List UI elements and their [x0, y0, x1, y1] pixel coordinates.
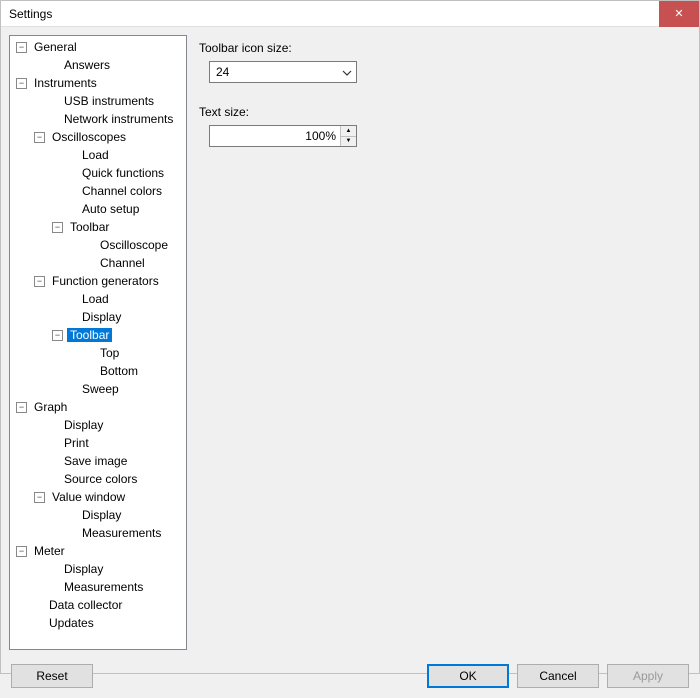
tree-node-graph-save[interactable]: Save image [12, 452, 184, 470]
apply-button: Apply [607, 664, 689, 688]
tree-node-graph-print[interactable]: Print [12, 434, 184, 452]
tree-node-instruments[interactable]: − Instruments [12, 74, 184, 92]
chevron-down-icon [342, 65, 352, 79]
tree-node-osc-quick[interactable]: Quick functions [12, 164, 184, 182]
close-button[interactable]: ✕ [659, 1, 699, 27]
tree-node-usb-instruments[interactable]: USB instruments [12, 92, 184, 110]
text-size-label: Text size: [199, 105, 691, 119]
ok-button[interactable]: OK [427, 664, 509, 688]
toolbar-icon-size-value: 24 [216, 65, 229, 79]
tree-node-graph-source[interactable]: Source colors [12, 470, 184, 488]
minus-icon[interactable]: − [16, 402, 27, 413]
titlebar: Settings ✕ [1, 1, 699, 27]
tree-node-osc-colors[interactable]: Channel colors [12, 182, 184, 200]
reset-button[interactable]: Reset [11, 664, 93, 688]
minus-icon[interactable]: − [52, 330, 63, 341]
tree-node-general[interactable]: − General [12, 38, 184, 56]
button-row: Reset OK Cancel Apply [1, 658, 699, 698]
toolbar-icon-size-label: Toolbar icon size: [199, 41, 691, 55]
tree-node-fg-tb-bottom[interactable]: Bottom [12, 362, 184, 380]
minus-icon[interactable]: − [16, 546, 27, 557]
text-size-spinner[interactable]: 100% ▲ ▼ [209, 125, 357, 147]
tree-node-vw-display[interactable]: Display [12, 506, 184, 524]
tree-node-data-collector[interactable]: Data collector [12, 596, 184, 614]
tree-node-fg-display[interactable]: Display [12, 308, 184, 326]
tree-node-osc-toolbar[interactable]: − Toolbar [12, 218, 184, 236]
close-icon: ✕ [674, 7, 683, 20]
spin-down-button[interactable]: ▼ [341, 137, 356, 147]
tree-node-osc-tb-channel[interactable]: Channel [12, 254, 184, 272]
minus-icon[interactable]: − [34, 132, 45, 143]
minus-icon[interactable]: − [16, 78, 27, 89]
settings-window: Settings ✕ − General Answers − Instrumen… [0, 0, 700, 674]
spin-up-button[interactable]: ▲ [341, 126, 356, 137]
tree-node-osc-auto[interactable]: Auto setup [12, 200, 184, 218]
tree-node-answers[interactable]: Answers [12, 56, 184, 74]
tree-node-value-window[interactable]: − Value window [12, 488, 184, 506]
tree-node-function-generators[interactable]: − Function generators [12, 272, 184, 290]
cancel-button[interactable]: Cancel [517, 664, 599, 688]
tree-node-graph-display[interactable]: Display [12, 416, 184, 434]
tree-node-oscilloscopes[interactable]: − Oscilloscopes [12, 128, 184, 146]
tree-node-fg-tb-top[interactable]: Top [12, 344, 184, 362]
tree-node-meter[interactable]: − Meter [12, 542, 184, 560]
toolbar-icon-size-combo[interactable]: 24 [209, 61, 357, 83]
tree-node-fg-load[interactable]: Load [12, 290, 184, 308]
tree-node-fg-sweep[interactable]: Sweep [12, 380, 184, 398]
settings-tree[interactable]: − General Answers − Instruments USB inst… [9, 35, 187, 650]
content-panel: Toolbar icon size: 24 Text size: 100% ▲ … [199, 35, 691, 650]
minus-icon[interactable]: − [16, 42, 27, 53]
tree-node-osc-load[interactable]: Load [12, 146, 184, 164]
minus-icon[interactable]: − [34, 276, 45, 287]
tree-node-meter-display[interactable]: Display [12, 560, 184, 578]
window-title: Settings [9, 7, 659, 21]
minus-icon[interactable]: − [52, 222, 63, 233]
minus-icon[interactable]: − [34, 492, 45, 503]
dialog-body: − General Answers − Instruments USB inst… [1, 27, 699, 658]
tree-node-osc-tb-oscilloscope[interactable]: Oscilloscope [12, 236, 184, 254]
tree-node-fg-toolbar[interactable]: − Toolbar [12, 326, 184, 344]
tree-node-network-instruments[interactable]: Network instruments [12, 110, 184, 128]
tree-node-vw-measurements[interactable]: Measurements [12, 524, 184, 542]
tree-node-meter-measurements[interactable]: Measurements [12, 578, 184, 596]
tree-node-graph[interactable]: − Graph [12, 398, 184, 416]
text-size-value[interactable]: 100% [210, 126, 340, 146]
tree-node-updates[interactable]: Updates [12, 614, 184, 632]
